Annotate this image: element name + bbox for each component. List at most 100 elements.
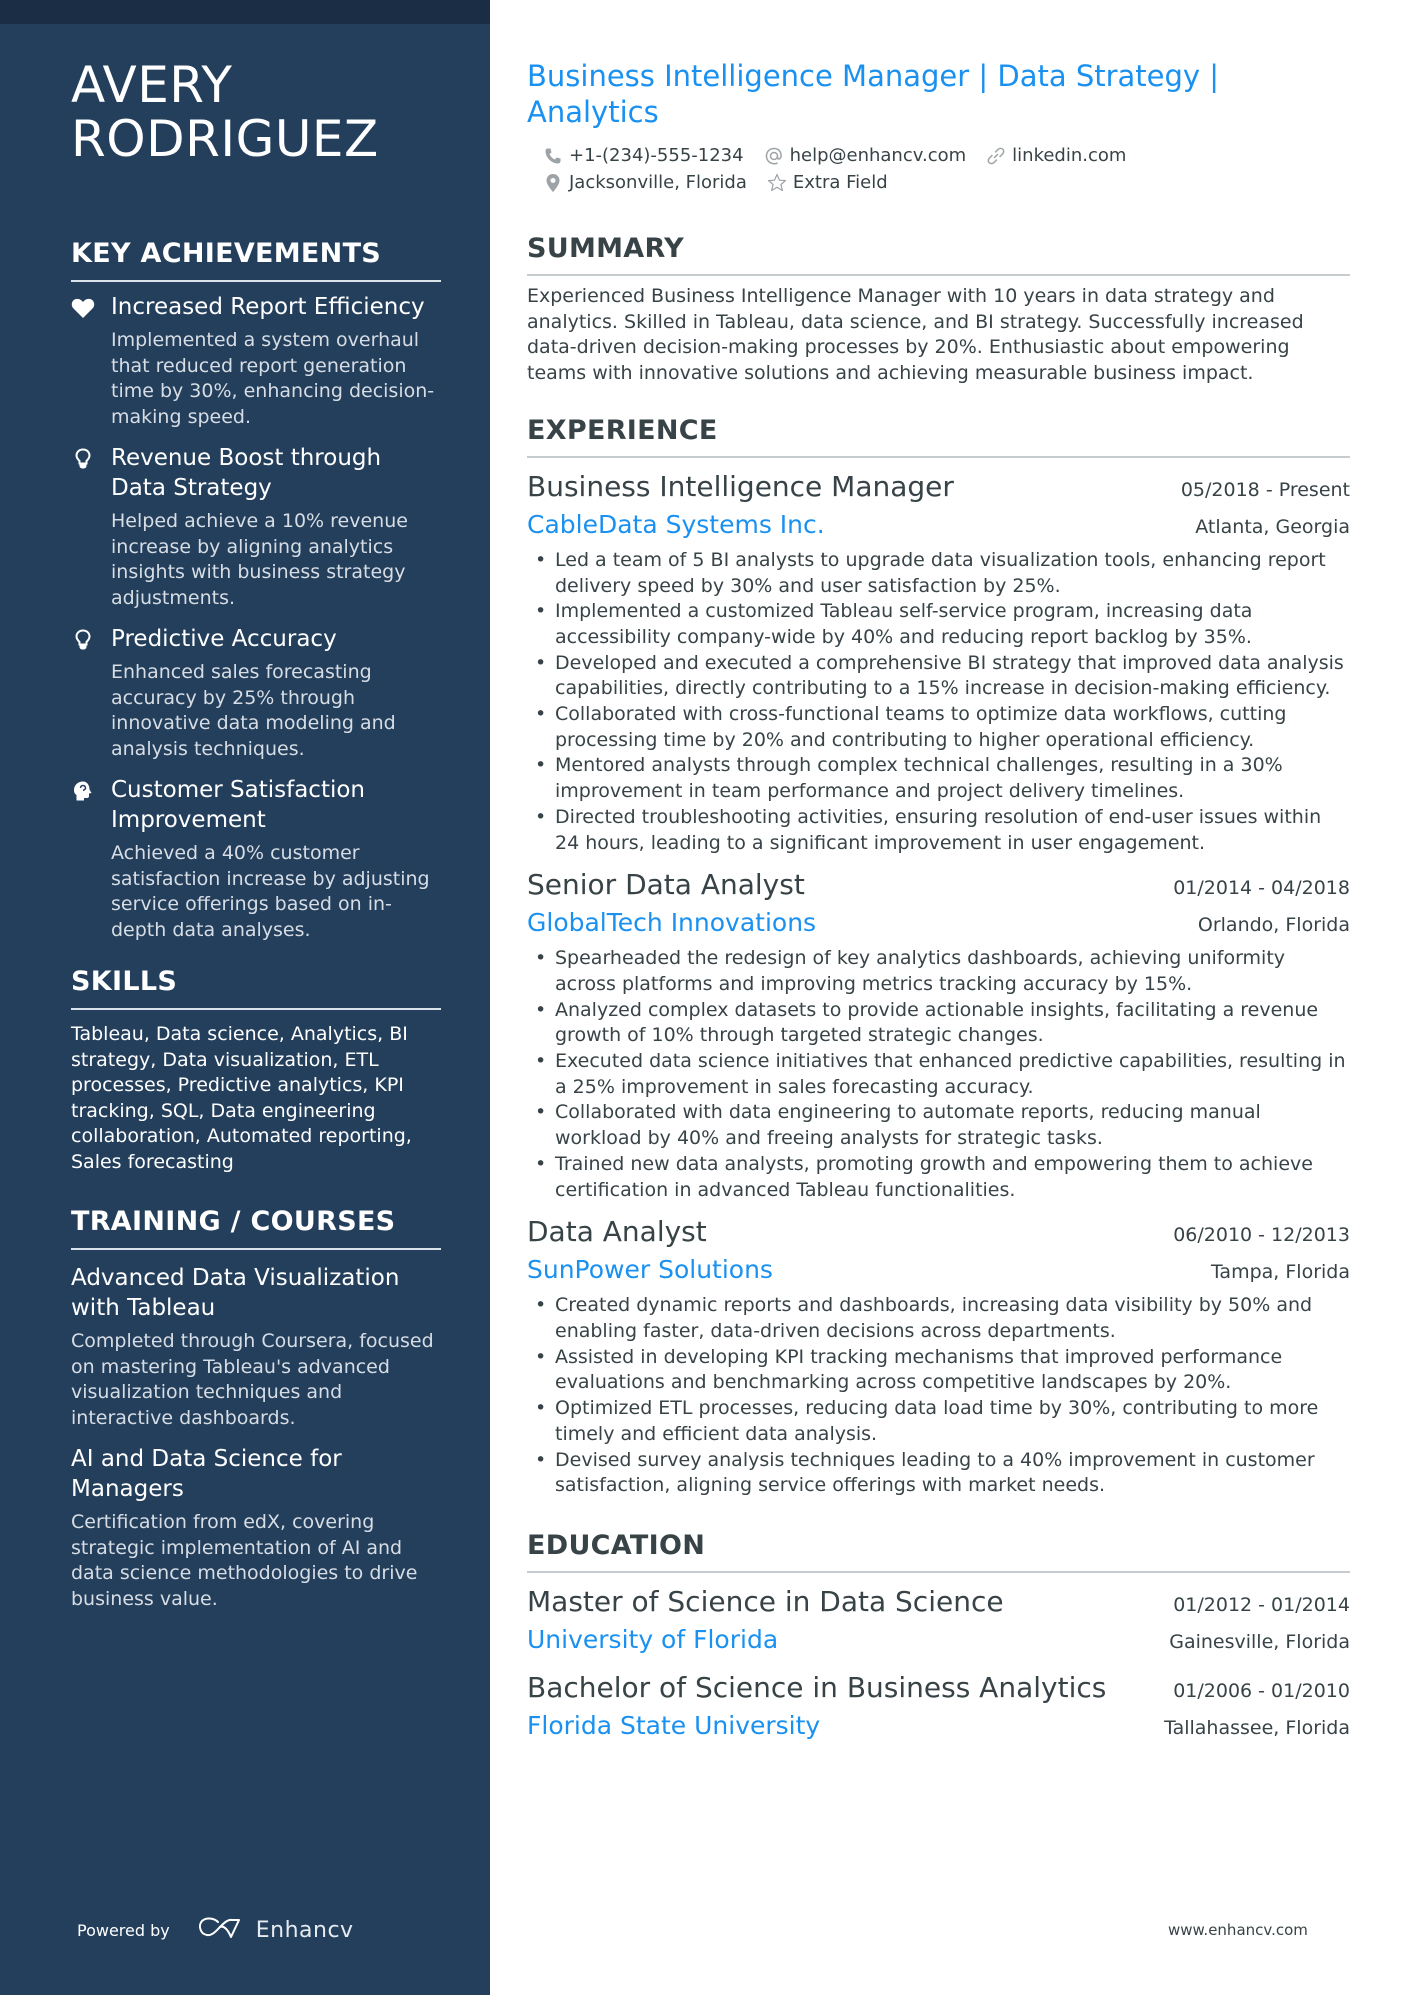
achievements-section: KEY ACHIEVEMENTS Increased Report Effici…: [71, 237, 441, 943]
education-heading: EDUCATION: [527, 1529, 1350, 1573]
star-icon: [767, 173, 787, 193]
experience-heading: EXPERIENCE: [527, 414, 1350, 458]
job-dates: 01/2014 - 04/2018: [1173, 877, 1350, 900]
contact-linkedin[interactable]: linkedin.com: [986, 142, 1126, 169]
brand-name: Enhancv: [255, 1917, 354, 1943]
job-bullet: Executed data science initiatives that e…: [527, 1049, 1350, 1100]
skills-section: SKILLS Tableau, Data science, Analytics,…: [71, 965, 441, 1175]
education-school-row: University of Florida Gainesville, Flori…: [527, 1621, 1350, 1659]
sidebar: AVERY RODRIGUEZ KEY ACHIEVEMENTS Increas…: [0, 0, 490, 1995]
job-bullet: Devised survey analysis techniques leadi…: [527, 1448, 1350, 1499]
job-bullet: Analyzed complex datasets to provide act…: [527, 998, 1350, 1049]
job-bullet: Trained new data analysts, promoting gro…: [527, 1152, 1350, 1203]
achievement-item: Customer Satisfaction Improvement Achiev…: [71, 775, 441, 943]
job-bullet: Created dynamic reports and dashboards, …: [527, 1293, 1350, 1344]
achievement-item: Predictive Accuracy Enhanced sales forec…: [71, 624, 441, 762]
location-pin-icon: [543, 173, 563, 193]
sidebar-top-strip: [0, 0, 490, 24]
head-brain-icon: [71, 779, 95, 803]
job-title-row: Business Intelligence Manager 05/2018 - …: [527, 468, 1350, 506]
main-content: Business Intelligence Manager | Data Str…: [527, 58, 1350, 1745]
powered-by-label: Powered by: [77, 1920, 170, 1940]
course-description: Completed through Coursera, focused on m…: [71, 1330, 434, 1429]
extra-field-text: Extra Field: [792, 172, 888, 193]
job-bullet: Directed troubleshooting activities, ens…: [527, 805, 1350, 856]
achievements-heading: KEY ACHIEVEMENTS: [71, 237, 441, 282]
resume-header: Business Intelligence Manager | Data Str…: [527, 58, 1350, 196]
phone-icon: [543, 146, 563, 166]
job-bullet: Optimized ETL processes, reducing data l…: [527, 1396, 1350, 1447]
education-degree: Bachelor of Science in Business Analytic…: [527, 1670, 1107, 1704]
achievement-description: Achieved a 40% customer satisfaction inc…: [111, 842, 430, 941]
course-item: AI and Data Science for Managers Certifi…: [71, 1444, 441, 1612]
candidate-name: AVERY RODRIGUEZ: [71, 58, 441, 166]
job-bullet: Developed and executed a comprehensive B…: [527, 651, 1350, 702]
job-entry: Data Analyst 06/2010 - 12/2013 SunPower …: [527, 1213, 1350, 1499]
contact-row: Jacksonville, Florida Extra Field: [543, 169, 1350, 196]
job-company: CableData Systems Inc.: [527, 509, 825, 539]
enhancv-brand-link[interactable]: Enhancv: [198, 1916, 354, 1944]
email-text: help@enhancv.com: [789, 145, 967, 166]
job-bullet: Implemented a customized Tableau self-se…: [527, 599, 1350, 650]
sidebar-content: AVERY RODRIGUEZ KEY ACHIEVEMENTS Increas…: [71, 58, 441, 1612]
footer-website-link[interactable]: www.enhancv.com: [1168, 1921, 1308, 1939]
job-company-row: CableData Systems Inc. Atlanta, Georgia: [527, 506, 1350, 544]
job-bullet: Spearheaded the redesign of key analytic…: [527, 946, 1350, 997]
achievement-description: Enhanced sales forecasting accuracy by 2…: [111, 661, 396, 760]
education-school: University of Florida: [527, 1624, 779, 1654]
education-entry: Master of Science in Data Science 01/201…: [527, 1583, 1350, 1659]
contact-phone[interactable]: +1-(234)-555-1234: [543, 142, 744, 169]
achievement-item: Revenue Boost through Data Strategy Help…: [71, 443, 441, 611]
skills-heading: SKILLS: [71, 965, 441, 1010]
name-first: AVERY: [71, 56, 233, 114]
education-school: Florida State University: [527, 1710, 821, 1740]
job-bullets: Created dynamic reports and dashboards, …: [527, 1293, 1350, 1499]
lightbulb-icon: [71, 447, 95, 471]
contact-location: Jacksonville, Florida: [543, 169, 747, 196]
education-location: Tallahassee, Florida: [1164, 1716, 1350, 1739]
training-heading: TRAINING / COURSES: [71, 1205, 441, 1250]
education-degree-row: Bachelor of Science in Business Analytic…: [527, 1669, 1350, 1707]
education-school-row: Florida State University Tallahassee, Fl…: [527, 1707, 1350, 1745]
job-entry: Business Intelligence Manager 05/2018 - …: [527, 468, 1350, 856]
heart-icon: [71, 296, 95, 320]
contact-row: +1-(234)-555-1234 help@enhancv.com linke…: [543, 142, 1350, 169]
contact-email[interactable]: help@enhancv.com: [764, 142, 967, 169]
course-title: Advanced Data Visualization with Tableau: [71, 1265, 400, 1321]
summary-heading: SUMMARY: [527, 232, 1350, 276]
job-title-row: Senior Data Analyst 01/2014 - 04/2018: [527, 866, 1350, 904]
job-location: Atlanta, Georgia: [1195, 515, 1350, 538]
job-bullet: Collaborated with cross-functional teams…: [527, 702, 1350, 753]
training-section: TRAINING / COURSES Advanced Data Visuali…: [71, 1205, 441, 1612]
education-dates: 01/2006 - 01/2010: [1173, 1679, 1350, 1702]
job-bullet: Led a team of 5 BI analysts to upgrade d…: [527, 548, 1350, 599]
job-bullet: Mentored analysts through complex techni…: [527, 753, 1350, 804]
job-company-row: SunPower Solutions Tampa, Florida: [527, 1251, 1350, 1289]
job-dates: 06/2010 - 12/2013: [1173, 1224, 1350, 1247]
linkedin-text: linkedin.com: [1012, 145, 1127, 166]
job-bullet: Collaborated with data engineering to au…: [527, 1100, 1350, 1151]
summary-text: Experienced Business Intelligence Manage…: [527, 285, 1304, 385]
achievement-title: Customer Satisfaction Improvement: [111, 777, 366, 833]
headline-title: Business Intelligence Manager | Data Str…: [527, 59, 1220, 129]
phone-text: +1-(234)-555-1234: [569, 145, 744, 166]
name-last: RODRIGUEZ: [71, 110, 379, 168]
at-icon: [764, 146, 784, 166]
achievement-item: Increased Report Efficiency Implemented …: [71, 292, 441, 430]
course-title: AI and Data Science for Managers: [71, 1446, 342, 1502]
location-text: Jacksonville, Florida: [569, 172, 747, 193]
education-entry: Bachelor of Science in Business Analytic…: [527, 1669, 1350, 1745]
education-location: Gainesville, Florida: [1169, 1630, 1350, 1653]
job-bullets: Spearheaded the redesign of key analytic…: [527, 946, 1350, 1203]
job-title: Data Analyst: [527, 1215, 707, 1249]
job-title: Business Intelligence Manager: [527, 469, 954, 503]
education-degree: Master of Science in Data Science: [527, 1584, 1004, 1618]
education-degree-row: Master of Science in Data Science 01/201…: [527, 1583, 1350, 1621]
job-entry: Senior Data Analyst 01/2014 - 04/2018 Gl…: [527, 866, 1350, 1203]
experience-section: EXPERIENCE Business Intelligence Manager…: [527, 414, 1350, 1499]
job-title: Senior Data Analyst: [527, 868, 805, 902]
achievement-title: Revenue Boost through Data Strategy: [111, 445, 382, 501]
contact-info: +1-(234)-555-1234 help@enhancv.com linke…: [527, 142, 1350, 196]
education-dates: 01/2012 - 01/2014: [1173, 1593, 1350, 1616]
achievements-list: Increased Report Efficiency Implemented …: [71, 292, 441, 943]
